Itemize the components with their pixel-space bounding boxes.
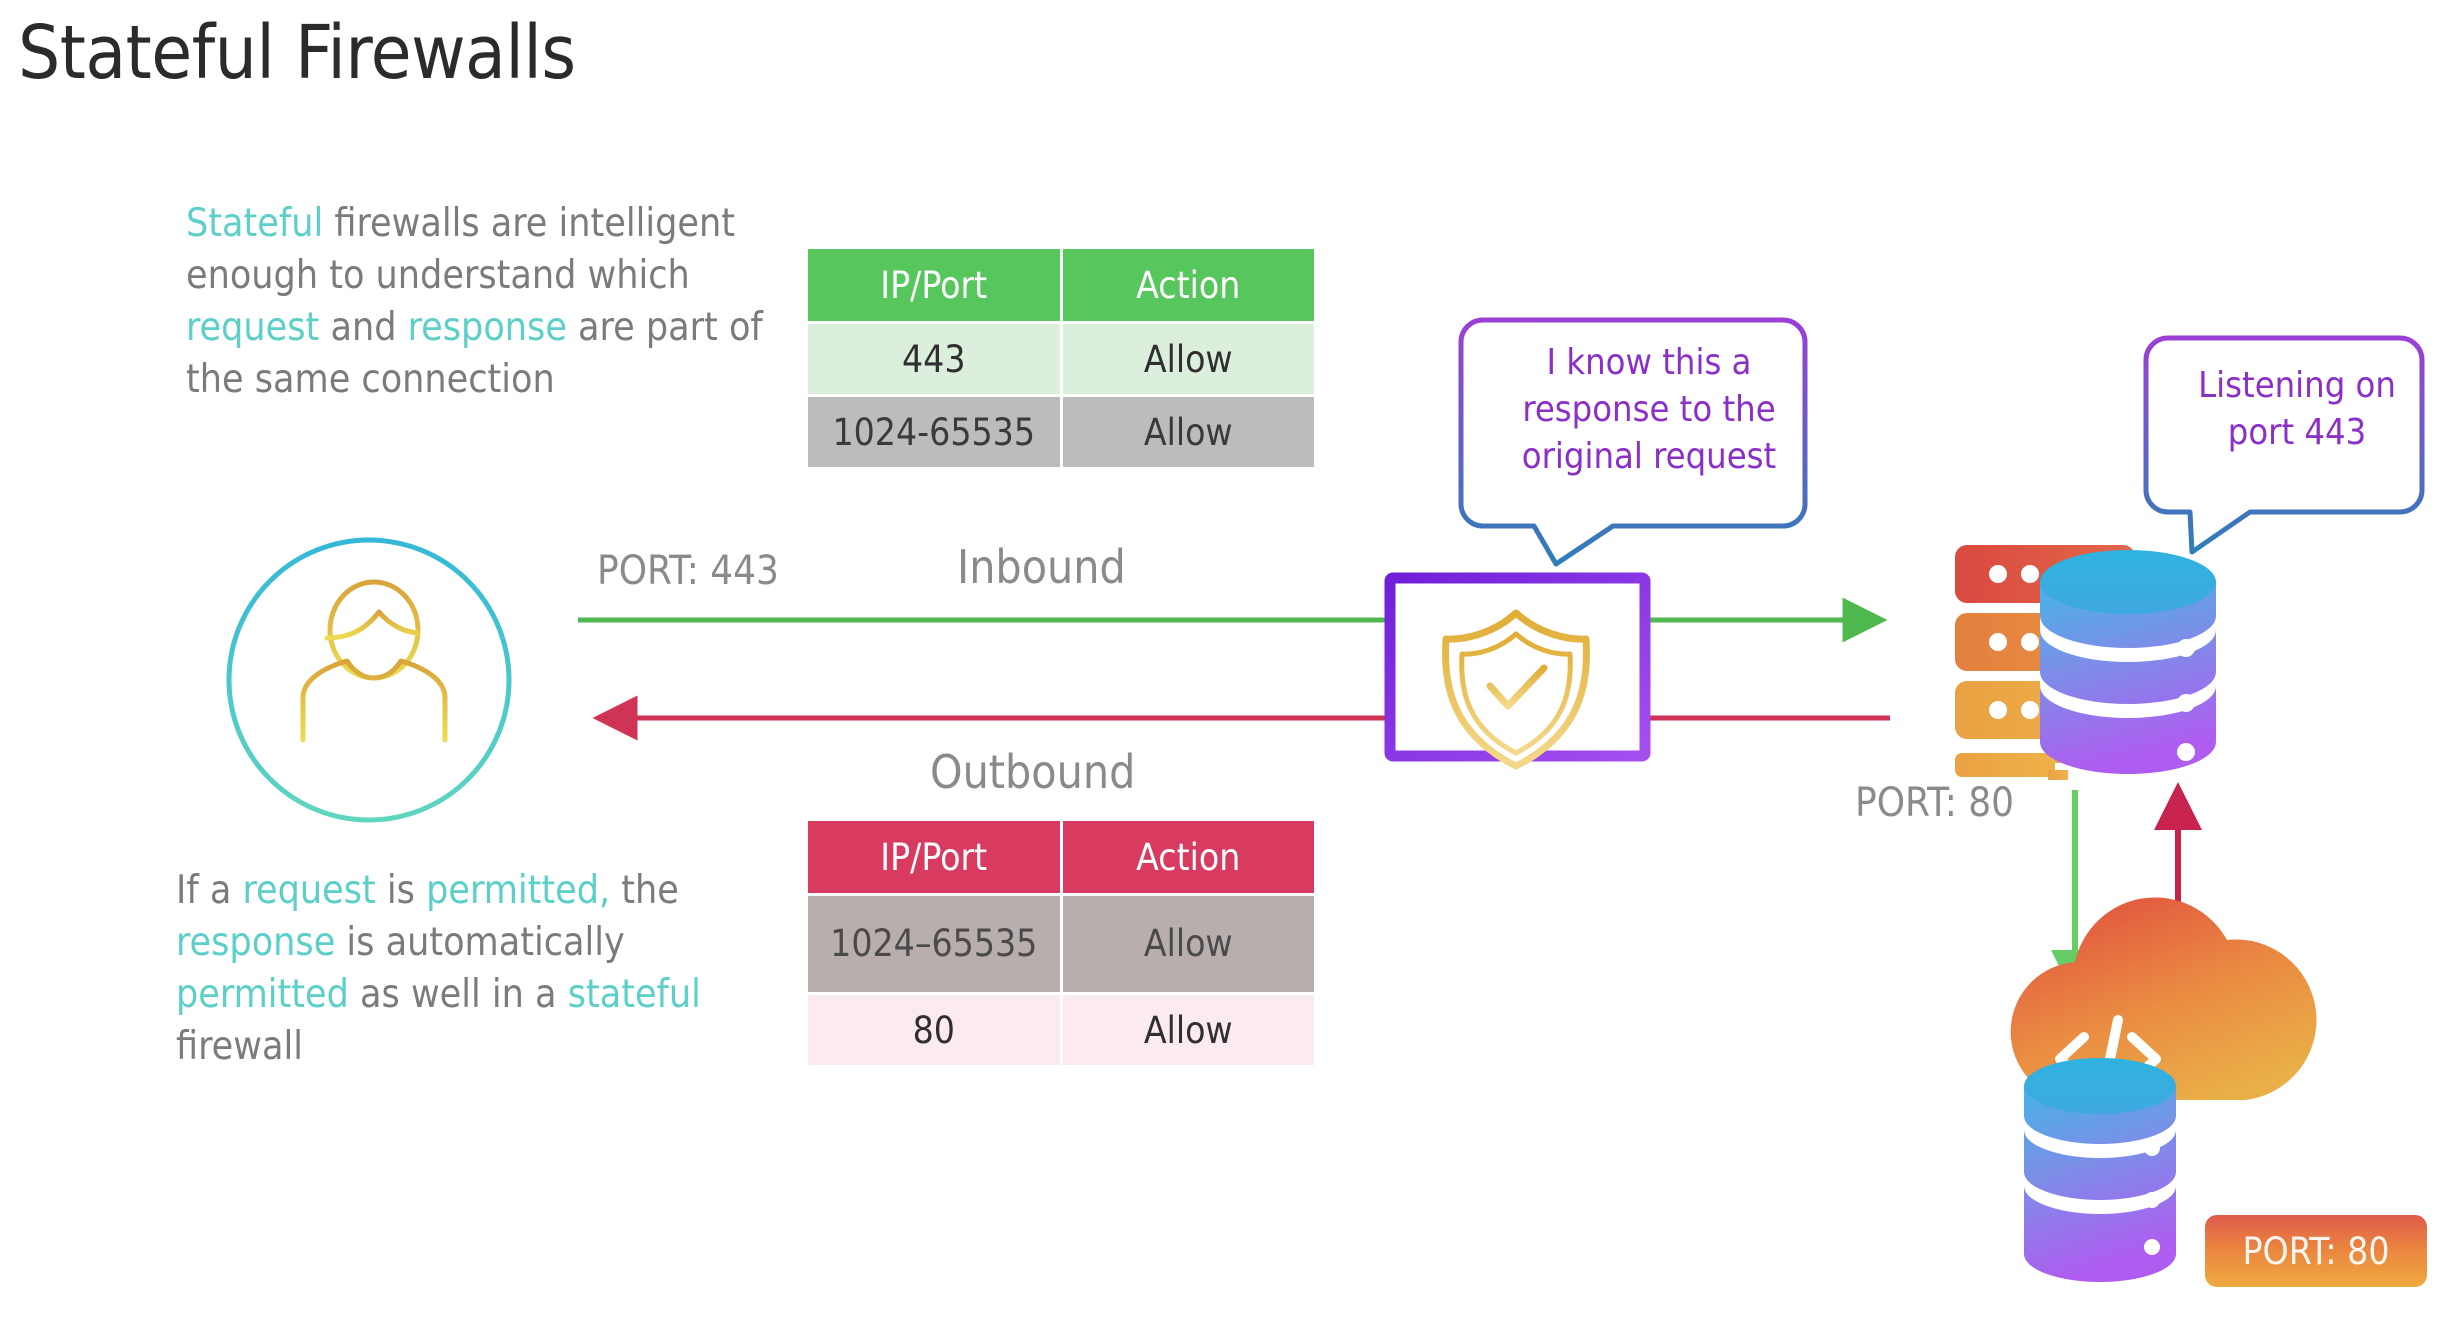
user-avatar-icon	[226, 537, 512, 823]
app-database-cylinder	[2024, 1058, 2176, 1282]
table-row: 80 Allow	[808, 995, 1314, 1065]
inbound-rules-table: IP/Port Action 443 Allow 1024-65535 Allo…	[805, 246, 1317, 470]
cell-ip-port: 1024-65535	[808, 397, 1060, 467]
highlighted-term: permitted,	[426, 868, 611, 913]
column-header-ip-port: IP/Port	[808, 249, 1060, 321]
server-port-label: PORT: 80	[1855, 780, 2015, 826]
body-text-run: as well in a	[348, 971, 568, 1017]
app-port-badge: PORT: 80	[2205, 1215, 2427, 1287]
intro-paragraph: Stateful firewalls are intelligent enoug…	[186, 198, 786, 405]
cell-ip-port: 80	[808, 995, 1060, 1065]
server-database-cylinder	[2040, 550, 2216, 774]
body-text-run: is automatically	[335, 919, 625, 965]
outbound-rules-table: IP/Port Action 1024–65535 Allow 80 Allow	[805, 818, 1317, 1068]
body-text-run: the	[610, 868, 679, 913]
table-row: 1024–65535 Allow	[808, 896, 1314, 992]
firewall-bubble-text: I know this a response to the original r…	[1521, 342, 1777, 477]
body-text-run: and	[319, 304, 408, 350]
highlighted-term: stateful	[567, 971, 701, 1017]
firewall-brick-wall-icon	[1384, 572, 1651, 762]
highlighted-term: Stateful	[186, 201, 324, 246]
table-row: 1024-65535 Allow	[808, 397, 1314, 467]
cell-action: Allow	[1062, 397, 1314, 467]
column-header-ip-port: IP/Port	[808, 821, 1060, 893]
column-header-action: Action	[1062, 821, 1314, 893]
body-text-run: firewall	[176, 1023, 303, 1069]
summary-paragraph: If a request is permitted, the response …	[176, 865, 756, 1072]
cell-ip-port: 443	[808, 324, 1060, 394]
highlighted-term: request	[186, 304, 320, 350]
cell-action: Allow	[1062, 324, 1314, 394]
table-row: 443 Allow	[808, 324, 1314, 394]
cell-action: Allow	[1062, 995, 1314, 1065]
highlighted-term: permitted	[176, 971, 349, 1017]
server-rack-database-icon	[1955, 545, 2135, 780]
server-bubble-text: Listening on port 443	[2198, 365, 2396, 453]
highlighted-term: response	[407, 304, 567, 350]
body-text-run: If a	[176, 868, 243, 913]
page-title: Stateful Firewalls	[18, 10, 576, 96]
client-port-label: PORT: 443	[597, 548, 779, 594]
outbound-direction-label: Outbound	[930, 745, 1136, 799]
cloud-code-database-icon	[2010, 897, 2317, 1103]
cell-ip-port: 1024–65535	[808, 896, 1060, 992]
table-header-row: IP/Port Action	[808, 249, 1314, 321]
body-text-run: is	[375, 868, 427, 913]
table-header-row: IP/Port Action	[808, 821, 1314, 893]
shield-check-icon	[1442, 609, 1590, 770]
highlighted-term: request	[242, 868, 376, 913]
highlighted-term: response	[176, 919, 336, 965]
cell-action: Allow	[1062, 896, 1314, 992]
inbound-direction-label: Inbound	[957, 540, 1126, 594]
diagram-canvas: Stateful Firewalls Stateful firewalls ar…	[0, 0, 2452, 1338]
column-header-action: Action	[1062, 249, 1314, 321]
